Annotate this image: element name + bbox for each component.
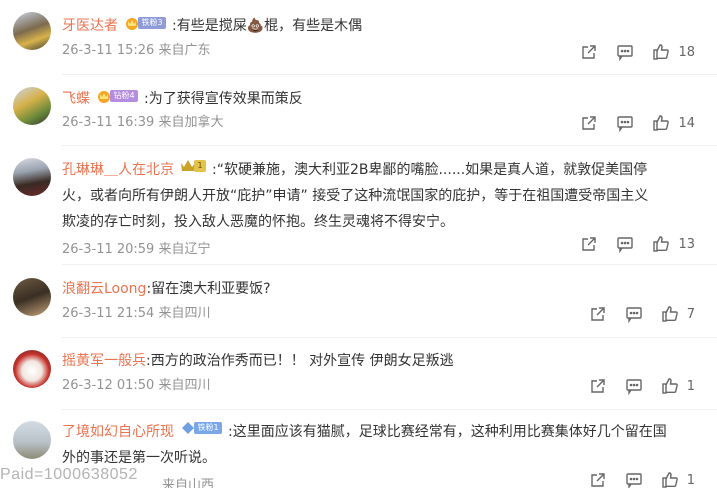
like-button[interactable]: 13	[652, 235, 695, 253]
like-count: 1	[686, 378, 695, 394]
comment-text: :“软硬兼施，澳大利亚2B卑鄙的嘴脸......如果是真人道，就敦促美国停	[212, 162, 648, 178]
comment-meta: 26-3-11 21:54 来自四川	[62, 306, 211, 321]
fan-badge: 铁粉1	[180, 421, 222, 435]
comment-item: 牙医达者 铁粉3 :有些是搅屎💩棍，有些是木偶 26-3-11 15:26 来自…	[0, 0, 717, 72]
like-icon	[653, 44, 670, 60]
like-count: 1	[686, 472, 695, 488]
comment-item: 摇黄军一般兵:西方的政治作秀而已！！ 对外宣传 伊朗女足叛逃 26-3-12 0…	[0, 340, 717, 406]
comment-icon	[617, 45, 634, 61]
comment-icon	[626, 473, 642, 488]
avatar[interactable]	[13, 87, 51, 125]
like-count: 7	[686, 306, 695, 322]
comment-text: :这里面应该有猫腻，足球比赛经常有，这种利用比赛集体好几个留在国	[228, 424, 667, 440]
username[interactable]: 孔琳琳＿人在北京	[62, 162, 174, 178]
like-button[interactable]: 18	[652, 43, 695, 61]
like-button[interactable]: 1	[661, 377, 695, 395]
reply-button[interactable]	[625, 377, 643, 395]
divider	[62, 264, 717, 265]
share-icon	[591, 379, 605, 393]
share-button[interactable]	[589, 305, 607, 323]
comment-item: 浪翻云Loong:留在澳大利亚要饭? 26-3-11 21:54 来自四川 7	[0, 268, 717, 334]
avatar[interactable]	[13, 350, 51, 388]
comment-text: :为了获得宣传效果而策反	[144, 91, 303, 107]
fan-badge: 铁粉3	[124, 16, 166, 30]
comment-item: 孔琳琳＿人在北京 1 :“软硬兼施，澳大利亚2B卑鄙的嘴脸......如果是真人…	[0, 150, 717, 260]
like-icon	[662, 378, 678, 394]
comment-meta: 26-3-11 20:59 来自辽宁	[62, 242, 211, 257]
avatar[interactable]	[13, 12, 51, 50]
share-icon	[582, 116, 597, 130]
share-icon	[582, 45, 597, 59]
comment-text: 欺凌的存亡时刻，投入敌人恶魔的怀抱。终生灵魂将不得安宁。	[62, 214, 454, 230]
username[interactable]: 飞蝶	[62, 91, 90, 107]
reply-button[interactable]	[616, 43, 634, 61]
watermark: Paid=1000638052	[0, 466, 138, 483]
reply-button[interactable]	[616, 114, 634, 132]
avatar[interactable]	[13, 158, 51, 196]
comment-meta: 26-3-11 15:26 来自广东	[62, 43, 211, 58]
divider	[62, 145, 717, 146]
comment-text: 火，或者向所有伊朗人开放“庇护”申请” 接受了这种流氓国家的庇护，等于在祖国遭受…	[62, 188, 649, 204]
share-button[interactable]	[580, 43, 598, 61]
like-button[interactable]: 7	[661, 305, 695, 323]
comment-text: :留在澳大利亚要饭?	[146, 281, 271, 297]
share-button[interactable]	[589, 377, 607, 395]
comment-icon	[617, 116, 634, 132]
divider	[62, 409, 717, 410]
username[interactable]: 了境如幻自心所现	[62, 424, 174, 440]
share-icon	[591, 307, 605, 321]
share-icon	[582, 237, 597, 251]
username[interactable]: 牙医达者	[62, 18, 118, 34]
username[interactable]: 浪翻云Loong	[62, 281, 146, 297]
like-count: 18	[678, 44, 695, 60]
reply-button[interactable]	[625, 305, 643, 323]
like-button[interactable]: 1	[661, 471, 695, 488]
comment-text: :有些是搅屎💩棍，有些是木偶	[172, 18, 363, 34]
reply-button[interactable]	[625, 471, 643, 488]
like-icon	[653, 236, 670, 252]
divider	[62, 337, 717, 338]
comment-text: :西方的政治作秀而已！！ 对外宣传 伊朗女足叛逃	[146, 353, 454, 369]
share-button[interactable]	[580, 235, 598, 253]
like-icon	[653, 115, 670, 131]
share-button[interactable]	[589, 471, 607, 488]
like-icon	[662, 306, 678, 322]
comment-icon	[617, 237, 634, 253]
comment-icon	[626, 307, 642, 323]
share-button[interactable]	[580, 114, 598, 132]
divider	[62, 74, 717, 75]
reply-button[interactable]	[616, 235, 634, 253]
fan-badge: 1	[180, 159, 206, 173]
like-button[interactable]: 14	[652, 114, 695, 132]
like-count: 14	[678, 115, 695, 131]
comment-text: 外的事还是第一次听说。	[62, 450, 216, 466]
comment-icon	[626, 379, 642, 395]
comment-meta: 来自山西	[162, 478, 215, 488]
avatar[interactable]	[13, 421, 51, 459]
share-icon	[591, 473, 605, 487]
comment-meta: 26-3-12 01:50 来自四川	[62, 378, 211, 393]
like-count: 13	[678, 236, 695, 252]
comment-item: 飞蝶 钻粉4 :为了获得宣传效果而策反 26-3-11 16:39 来自加拿大 …	[0, 78, 717, 144]
fan-badge: 钻粉4	[96, 89, 138, 103]
like-icon	[662, 472, 678, 488]
comment-meta: 26-3-11 16:39 来自加拿大	[62, 115, 224, 130]
username[interactable]: 摇黄军一般兵	[62, 353, 146, 369]
avatar[interactable]	[13, 278, 51, 316]
